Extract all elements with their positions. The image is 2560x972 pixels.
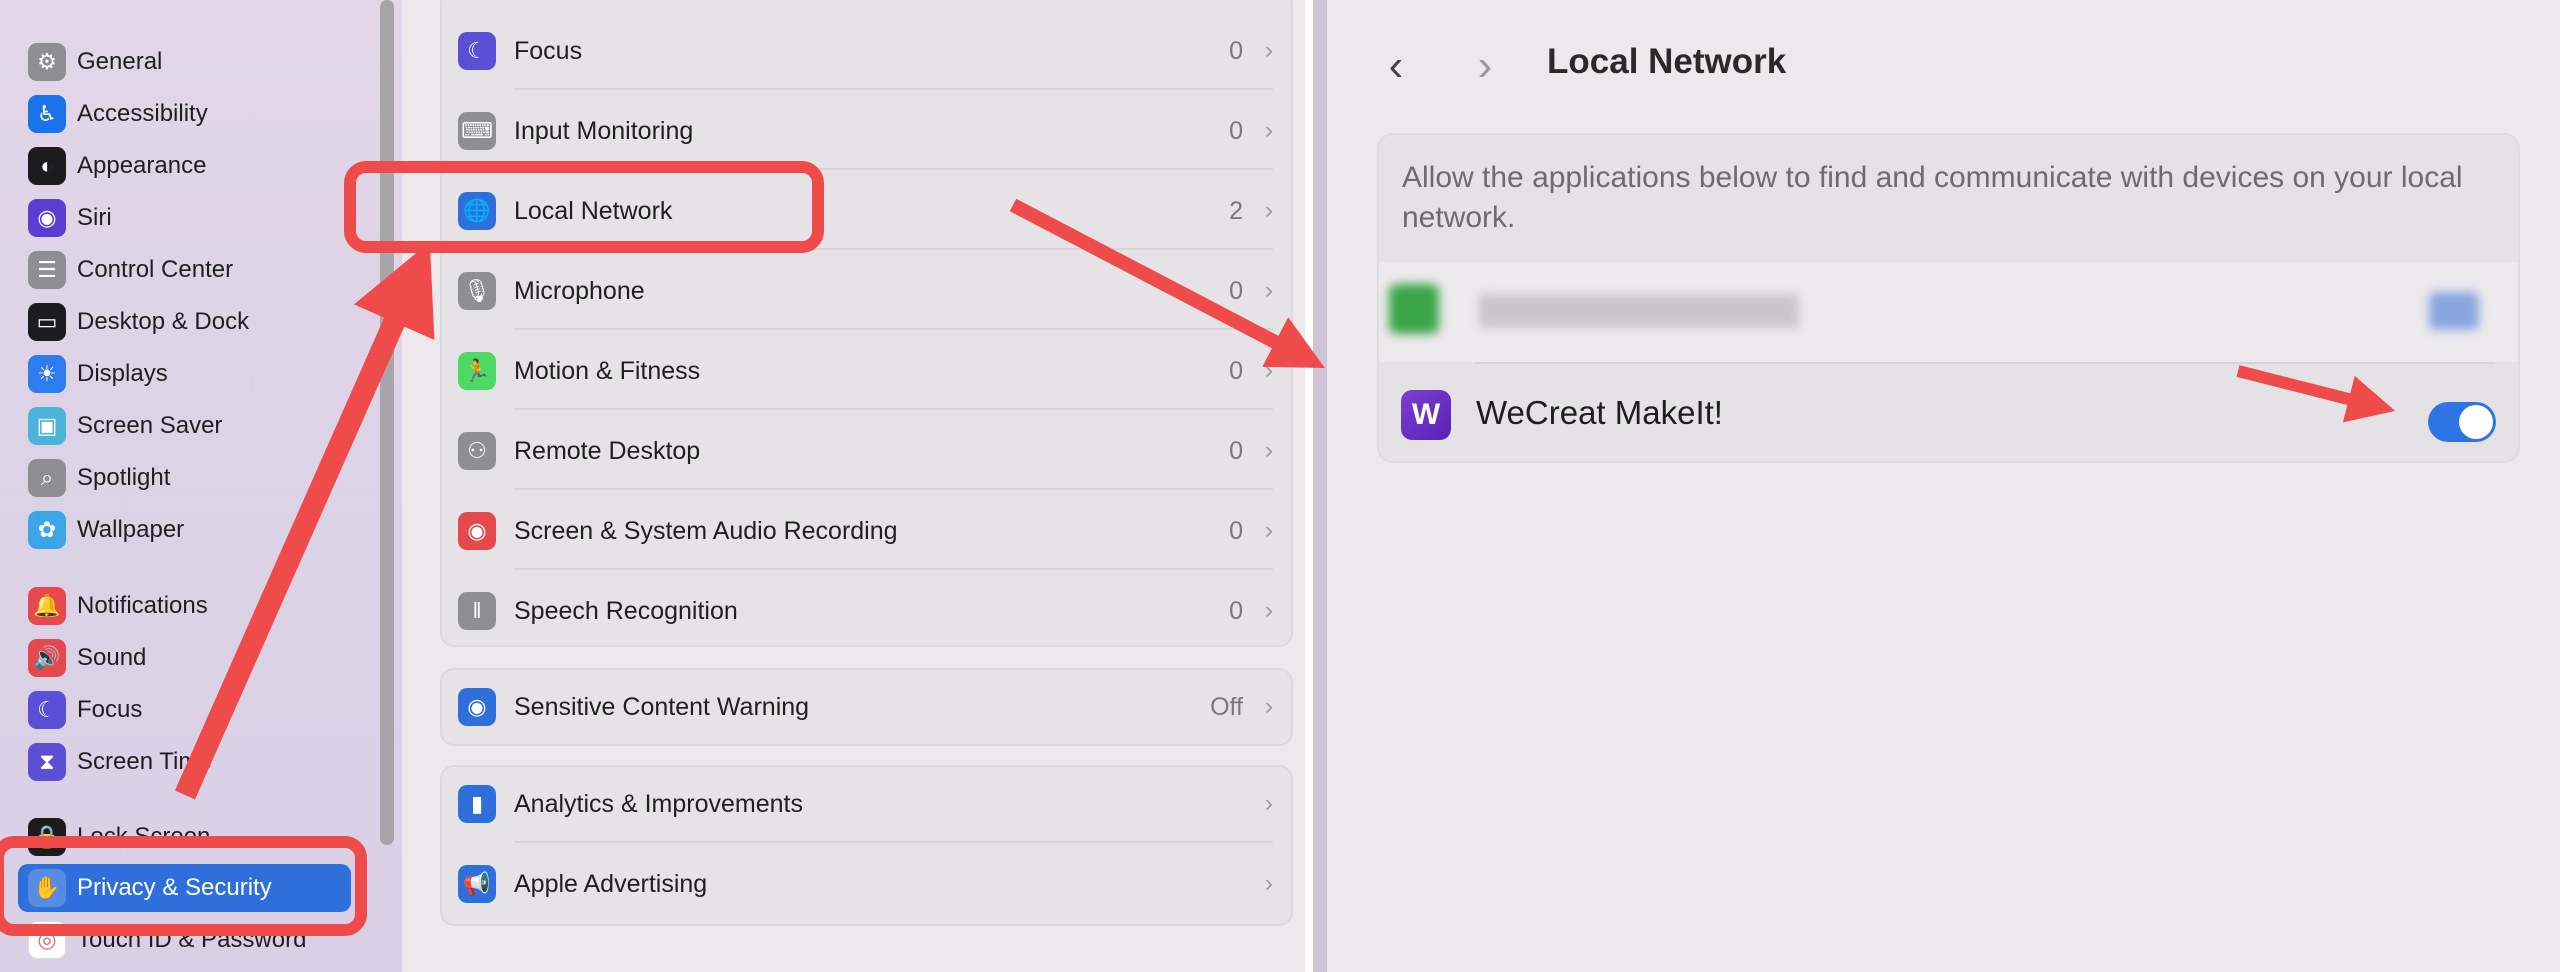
arrow-to-detail-pane	[1009, 198, 1325, 368]
arrow-to-local-network	[174, 241, 435, 800]
arrow-to-toggle	[2236, 365, 2396, 423]
annotation-arrows	[174, 198, 2396, 800]
